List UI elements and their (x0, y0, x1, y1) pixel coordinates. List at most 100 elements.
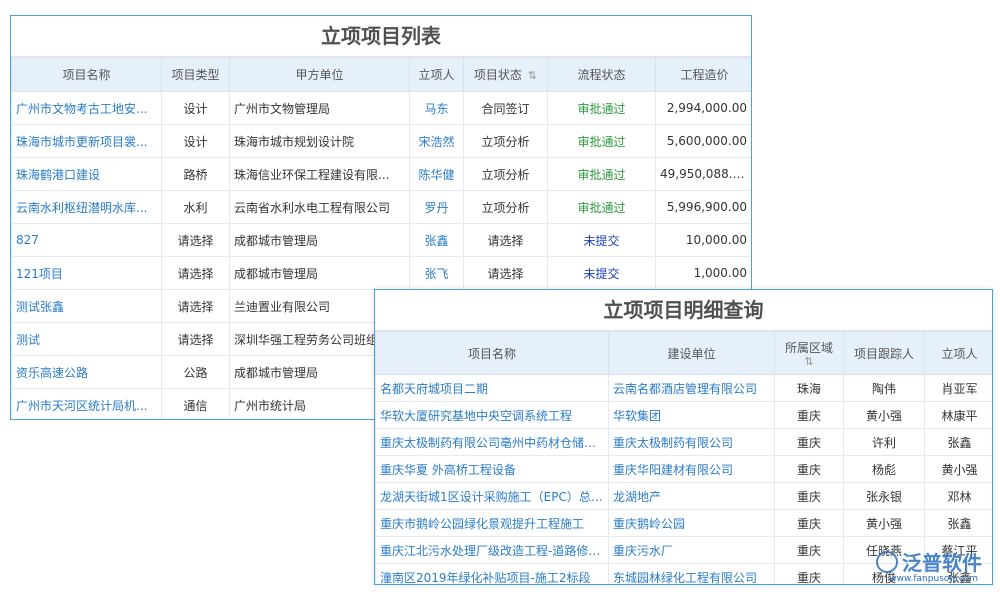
cell-project-name[interactable]: 华软大厦研究基地中央空调系统工程 (376, 402, 609, 429)
cell-initiator: 张鑫 (925, 510, 994, 537)
table-row[interactable]: 华软大厦研究基地中央空调系统工程华软集团重庆黄小强林康平 (376, 402, 994, 429)
col-header-project-name[interactable]: 项目名称 (12, 58, 162, 92)
cell-project-name[interactable]: 重庆太极制药有限公司亳州中药材仓储物流 (376, 429, 609, 456)
cell-initiator: 肖亚军 (925, 375, 994, 402)
cell-initiator[interactable]: 张飞 (410, 257, 464, 290)
cell-flow-status: 审批通过 (548, 158, 656, 191)
cell-cost: 1,000.00 (656, 257, 753, 290)
project-list-title: 立项项目列表 (11, 16, 751, 57)
cell-region: 重庆 (775, 537, 844, 564)
table-row[interactable]: 重庆市鹅岭公园绿化景观提升工程施工重庆鹅岭公园重庆黄小强张鑫 (376, 510, 994, 537)
cell-client: 成都城市管理局 (230, 224, 410, 257)
cell-client: 珠海信业环保工程建设有限... (230, 158, 410, 191)
table-header-row: 项目名称 项目类型 甲方单位 立项人 项目状态⇅ 流程状态 工程造价 (12, 58, 753, 92)
cell-flow-status: 未提交 (548, 224, 656, 257)
cell-client: 云南省水利水电工程有限公司 (230, 191, 410, 224)
cell-flow-status: 审批通过 (548, 125, 656, 158)
table-row[interactable]: 珠海市城市更新项目裳...设计珠海市城市规划设计院宋浩然立项分析审批通过5,60… (12, 125, 753, 158)
cell-project-name[interactable]: 珠海市城市更新项目裳... (12, 125, 162, 158)
cell-project-name[interactable]: 重庆江北污水处理厂级改造工程-道路修复工 (376, 537, 609, 564)
col-header-construction-unit[interactable]: 建设单位 (609, 332, 775, 375)
cell-project-type: 公路 (162, 356, 230, 389)
cell-initiator: 张鑫 (925, 429, 994, 456)
cell-construction-unit[interactable]: 重庆华阳建材有限公司 (609, 456, 775, 483)
table-row[interactable]: 名都天府城项目二期云南名都酒店管理有限公司珠海陶伟肖亚军 (376, 375, 994, 402)
table-row[interactable]: 广州市文物考古工地安...设计广州市文物管理局马东合同签订审批通过2,994,0… (12, 92, 753, 125)
cell-tracker: 黄小强 (844, 402, 925, 429)
cell-construction-unit[interactable]: 重庆太极制药有限公司 (609, 429, 775, 456)
cell-tracker: 杨彪 (844, 456, 925, 483)
table-row[interactable]: 珠海鹤港口建设路桥珠海信业环保工程建设有限...陈华健立项分析审批通过49,95… (12, 158, 753, 191)
cell-initiator[interactable]: 罗丹 (410, 191, 464, 224)
cell-cost: 5,600,000.00 (656, 125, 753, 158)
sort-icon[interactable]: ⇅ (528, 69, 537, 82)
cell-project-name[interactable]: 测试张鑫 (12, 290, 162, 323)
table-row[interactable]: 121项目请选择成都城市管理局张飞请选择未提交1,000.00 (12, 257, 753, 290)
cell-initiator: 邓林 (925, 483, 994, 510)
cell-region: 珠海 (775, 375, 844, 402)
cell-project-name[interactable]: 测试 (12, 323, 162, 356)
cell-project-name[interactable]: 潼南区2019年绿化补贴项目-施工2标段 (376, 564, 609, 586)
cell-client: 成都城市管理局 (230, 257, 410, 290)
cell-project-type: 设计 (162, 125, 230, 158)
cell-construction-unit[interactable]: 龙湖地产 (609, 483, 775, 510)
cell-construction-unit[interactable]: 东城园林绿化工程有限公司 (609, 564, 775, 586)
cell-project-name[interactable]: 广州市文物考古工地安... (12, 92, 162, 125)
cell-cost: 5,996,900.00 (656, 191, 753, 224)
cell-cost: 2,994,000.00 (656, 92, 753, 125)
cell-project-type: 请选择 (162, 290, 230, 323)
cell-initiator[interactable]: 陈华健 (410, 158, 464, 191)
cell-project-name[interactable]: 121项目 (12, 257, 162, 290)
col-header-region-label: 所属区域 (785, 341, 833, 355)
cell-project-status: 合同签订 (464, 92, 548, 125)
table-row[interactable]: 827请选择成都城市管理局张鑫请选择未提交10,000.00 (12, 224, 753, 257)
col-header-project-type[interactable]: 项目类型 (162, 58, 230, 92)
cell-project-type: 请选择 (162, 257, 230, 290)
cell-construction-unit[interactable]: 重庆污水厂 (609, 537, 775, 564)
cell-initiator: 黄小强 (925, 456, 994, 483)
cell-construction-unit[interactable]: 云南名都酒店管理有限公司 (609, 375, 775, 402)
col-header-initiator[interactable]: 立项人 (410, 58, 464, 92)
cell-initiator[interactable]: 宋浩然 (410, 125, 464, 158)
col-header-cost[interactable]: 工程造价 (656, 58, 753, 92)
project-detail-panel: 立项项目明细查询 项目名称 建设单位 所属区域⇅ 项目跟踪人 立项人 名都天府城… (374, 289, 993, 585)
cell-project-name[interactable]: 名都天府城项目二期 (376, 375, 609, 402)
cell-project-name[interactable]: 重庆华夏 外高桥工程设备 (376, 456, 609, 483)
table-row[interactable]: 龙湖天街城1区设计采购施工（EPC）总承包龙湖地产重庆张永银邓林 (376, 483, 994, 510)
cell-region: 重庆 (775, 564, 844, 586)
cell-project-name[interactable]: 827 (12, 224, 162, 257)
cell-cost: 10,000.00 (656, 224, 753, 257)
cell-project-name[interactable]: 珠海鹤港口建设 (12, 158, 162, 191)
project-detail-title: 立项项目明细查询 (375, 290, 992, 331)
col-header-client[interactable]: 甲方单位 (230, 58, 410, 92)
cell-client: 珠海市城市规划设计院 (230, 125, 410, 158)
table-row[interactable]: 重庆华夏 外高桥工程设备重庆华阳建材有限公司重庆杨彪黄小强 (376, 456, 994, 483)
cell-flow-status: 审批通过 (548, 191, 656, 224)
cell-initiator[interactable]: 张鑫 (410, 224, 464, 257)
cell-construction-unit[interactable]: 华软集团 (609, 402, 775, 429)
cell-project-type: 请选择 (162, 224, 230, 257)
cell-client: 广州市文物管理局 (230, 92, 410, 125)
cell-tracker: 张永银 (844, 483, 925, 510)
cell-project-name[interactable]: 龙湖天街城1区设计采购施工（EPC）总承包 (376, 483, 609, 510)
sort-icon[interactable]: ⇅ (779, 356, 839, 368)
cell-flow-status: 审批通过 (548, 92, 656, 125)
cell-project-name[interactable]: 重庆市鹅岭公园绿化景观提升工程施工 (376, 510, 609, 537)
fanpu-logo-icon (876, 551, 898, 573)
cell-project-name[interactable]: 资乐高速公路 (12, 356, 162, 389)
col-header-tracker[interactable]: 项目跟踪人 (844, 332, 925, 375)
cell-project-type: 通信 (162, 389, 230, 421)
col-header-project-status[interactable]: 项目状态⇅ (464, 58, 548, 92)
table-row[interactable]: 云南水利枢纽潜明水库...水利云南省水利水电工程有限公司罗丹立项分析审批通过5,… (12, 191, 753, 224)
cell-construction-unit[interactable]: 重庆鹅岭公园 (609, 510, 775, 537)
col-header-initiator[interactable]: 立项人 (925, 332, 994, 375)
col-header-region[interactable]: 所属区域⇅ (775, 332, 844, 375)
cell-project-name[interactable]: 广州市天河区统计局机... (12, 389, 162, 421)
cell-project-type: 设计 (162, 92, 230, 125)
cell-project-name[interactable]: 云南水利枢纽潜明水库... (12, 191, 162, 224)
col-header-flow-status[interactable]: 流程状态 (548, 58, 656, 92)
col-header-project-name[interactable]: 项目名称 (376, 332, 609, 375)
cell-initiator[interactable]: 马东 (410, 92, 464, 125)
table-row[interactable]: 重庆太极制药有限公司亳州中药材仓储物流重庆太极制药有限公司重庆许利张鑫 (376, 429, 994, 456)
cell-region: 重庆 (775, 429, 844, 456)
